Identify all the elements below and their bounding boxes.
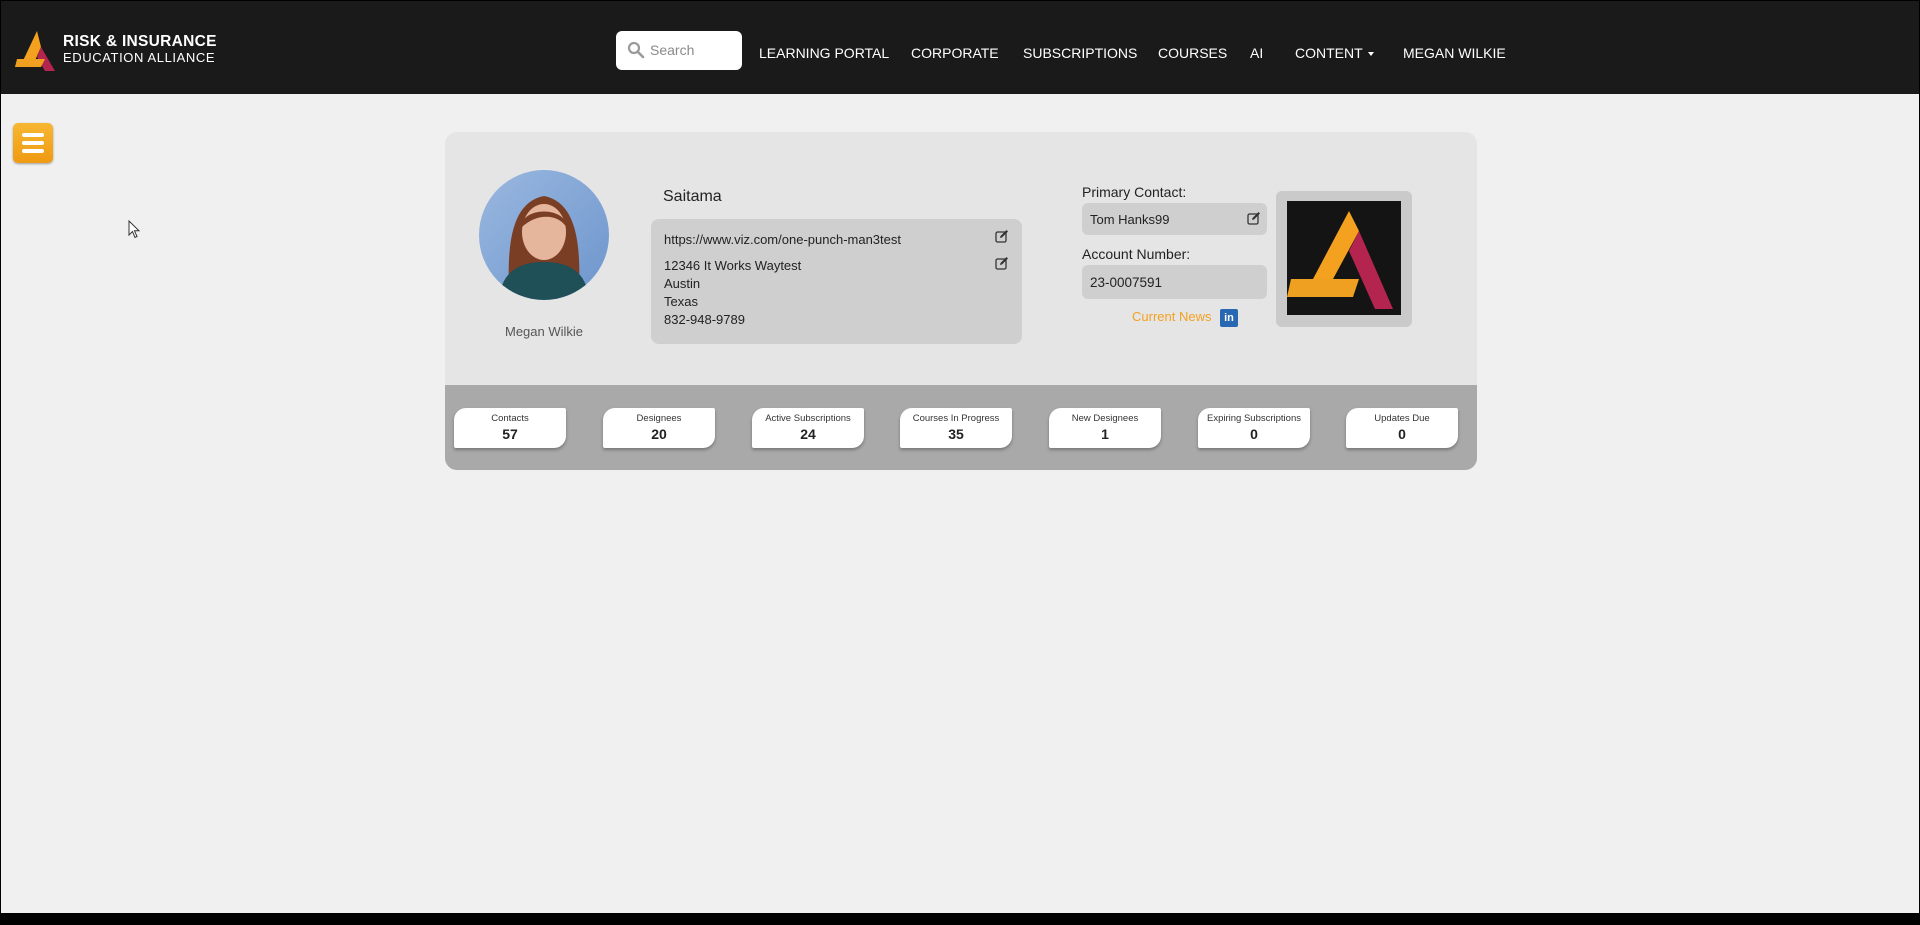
stat-value: 35	[948, 426, 964, 442]
primary-contact-field: Tom Hanks99	[1082, 203, 1267, 235]
stat-label: Courses In Progress	[912, 413, 1000, 424]
chevron-down-icon	[1367, 52, 1374, 57]
stat-value: 20	[651, 426, 667, 442]
address-city: Austin	[664, 276, 701, 291]
nav-content-dropdown[interactable]: CONTENT	[1295, 45, 1374, 61]
account-number-label: Account Number:	[1082, 246, 1191, 262]
primary-contact-label: Primary Contact:	[1082, 184, 1187, 200]
linkedin-icon[interactable]: in	[1220, 309, 1238, 327]
stat-card-designees[interactable]: Designees 20	[603, 408, 715, 448]
edit-address-icon[interactable]	[995, 256, 1009, 270]
organization-profile-card: Megan Wilkie Saitama https://www.viz.com…	[445, 132, 1477, 470]
brand-logo[interactable]: RISK & INSURANCE EDUCATION ALLIANCE	[15, 29, 225, 73]
company-logo	[1287, 201, 1401, 315]
stat-value: 57	[502, 426, 518, 442]
app-window: RISK & INSURANCE EDUCATION ALLIANCE LEAR…	[1, 1, 1919, 913]
company-name: Saitama	[663, 188, 722, 205]
current-news-link[interactable]: Current News	[1132, 309, 1211, 324]
stat-value: 1	[1101, 426, 1109, 442]
brand-name-line1: RISK & INSURANCE	[63, 33, 217, 50]
stat-label: Updates Due	[1374, 413, 1430, 424]
company-info-box: https://www.viz.com/one-punch-man3test 1…	[651, 219, 1022, 344]
stat-card-courses-in-progress[interactable]: Courses In Progress 35	[900, 408, 1012, 448]
stat-label: Expiring Subscriptions	[1207, 413, 1301, 424]
stat-card-updates-due[interactable]: Updates Due 0	[1346, 408, 1458, 448]
hamburger-menu-icon	[22, 133, 44, 137]
nav-user-menu[interactable]: MEGAN WILKIE	[1403, 45, 1506, 61]
company-logo-triangle-icon	[1287, 211, 1393, 309]
primary-contact-value: Tom Hanks99	[1090, 212, 1170, 227]
top-navigation-bar: RISK & INSURANCE EDUCATION ALLIANCE LEAR…	[1, 1, 1919, 94]
stat-card-new-designees[interactable]: New Designees 1	[1049, 408, 1161, 448]
account-number-field: 23-0007591	[1082, 265, 1267, 299]
account-number-value: 23-0007591	[1090, 275, 1163, 290]
stat-value: 0	[1398, 426, 1406, 442]
stat-label: Designees	[636, 413, 682, 424]
hamburger-menu-button[interactable]	[13, 123, 53, 163]
brand-triangle-icon	[15, 31, 55, 71]
avatar	[479, 170, 609, 300]
mouse-cursor-icon	[128, 220, 141, 239]
search-icon	[627, 41, 645, 59]
nav-courses[interactable]: COURSES	[1158, 45, 1227, 61]
nav-subscriptions[interactable]: SUBSCRIPTIONS	[1023, 45, 1137, 61]
nav-ai[interactable]: AI	[1250, 45, 1263, 61]
stat-card-active-subscriptions[interactable]: Active Subscriptions 24	[752, 408, 864, 448]
stat-label: Active Subscriptions	[765, 413, 851, 424]
contact-name: Megan Wilkie	[504, 324, 584, 339]
company-logo-frame	[1276, 191, 1412, 327]
profile-photo	[499, 196, 589, 300]
nav-content-label: CONTENT	[1295, 45, 1363, 61]
search-input[interactable]	[650, 37, 734, 63]
edit-primary-contact-icon[interactable]	[1247, 211, 1261, 225]
phone-number: 832-948-9789	[664, 312, 745, 327]
stat-value: 0	[1250, 426, 1258, 442]
stats-bar: Contacts 57 Designees 20 Active Subscrip…	[445, 385, 1477, 470]
address-street: 12346 It Works Waytest	[664, 258, 802, 273]
edit-website-icon[interactable]	[995, 229, 1009, 243]
stat-label: New Designees	[1071, 413, 1139, 424]
brand-name-line2: EDUCATION ALLIANCE	[63, 50, 216, 65]
stat-card-expiring-subscriptions[interactable]: Expiring Subscriptions 0	[1198, 408, 1310, 448]
stat-value: 24	[800, 426, 816, 442]
search-box[interactable]	[616, 31, 742, 70]
nav-corporate[interactable]: CORPORATE	[911, 45, 999, 61]
website-link[interactable]: https://www.viz.com/one-punch-man3test	[664, 232, 901, 247]
address-state: Texas	[664, 294, 698, 309]
nav-learning-portal[interactable]: LEARNING PORTAL	[759, 45, 889, 61]
stat-card-contacts[interactable]: Contacts 57	[454, 408, 566, 448]
stat-label: Contacts	[491, 413, 529, 424]
